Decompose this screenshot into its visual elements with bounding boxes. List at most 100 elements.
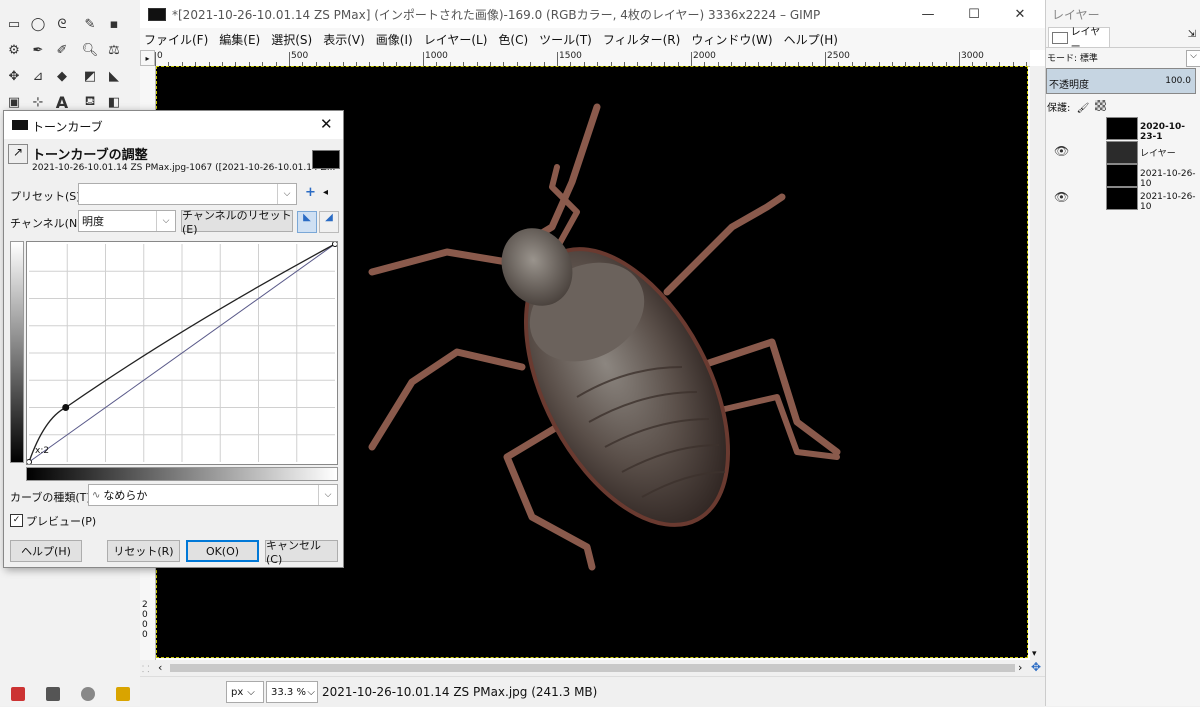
curve-control-point[interactable] — [26, 459, 32, 465]
curve-graph[interactable]: x:2 — [26, 241, 338, 465]
layer-name[interactable]: 2021-10-26-10 — [1140, 192, 1200, 212]
dialog-title-bar: トーンカーブ ✕ — [4, 111, 343, 139]
warp-tool-icon[interactable]: ▣ — [4, 92, 24, 112]
log-histogram-icon[interactable]: ◢ — [319, 211, 339, 233]
menu-layer[interactable]: レイヤー(L) — [424, 31, 488, 48]
lock-pixels-icon[interactable]: 🖌︎ — [1077, 103, 1090, 114]
minimize-button[interactable]: — — [905, 0, 951, 28]
restore-options-icon[interactable] — [45, 687, 60, 701]
add-preset-icon[interactable]: + — [305, 185, 316, 200]
channel-combo[interactable]: 明度 ⌵ — [78, 210, 176, 232]
opacity-field[interactable]: 不透明度 100.0 — [1046, 68, 1196, 94]
quick-mask-corner-button[interactable]: ▸ — [140, 50, 155, 66]
rect-select-tool-icon[interactable]: ▭ — [4, 14, 24, 34]
ruler-tick — [155, 52, 156, 66]
measure-tool-icon[interactable]: ⚖ — [104, 40, 124, 60]
text-tool-icon[interactable]: A — [52, 92, 72, 112]
menu-edit[interactable]: 編集(E) — [219, 31, 260, 48]
menu-view[interactable]: 表示(V) — [323, 31, 365, 48]
horizontal-ruler: 0 500 1000 1500 2000 2500 3000 — [155, 50, 1030, 67]
lock-alpha-icon[interactable] — [1095, 100, 1107, 111]
ruler-tick — [289, 52, 290, 66]
navigate-icon[interactable]: ✥ — [1031, 660, 1041, 674]
input-gradient-bar — [26, 467, 338, 481]
scroll-down-icon[interactable]: ▾ — [1032, 649, 1037, 659]
curve-control-point[interactable] — [332, 241, 338, 247]
tab-layers[interactable]: レイヤー — [1048, 27, 1110, 53]
menu-file[interactable]: ファイル(F) — [144, 31, 208, 48]
bucket-fill-tool-icon[interactable]: ⛾ — [80, 92, 100, 112]
lock-label: 保護: — [1047, 103, 1071, 114]
ellipse-select-tool-icon[interactable]: ◯ — [28, 14, 48, 34]
cage-tool-icon[interactable]: ⊹ — [28, 92, 48, 112]
horizontal-scrollbar[interactable]: ⸬ ‹ › ✥ — [140, 660, 1045, 676]
visibility-eye-icon[interactable]: 👁︎ — [1054, 190, 1069, 204]
menu-image[interactable]: 画像(I) — [376, 31, 413, 48]
vertical-scrollbar[interactable]: ▾ — [1030, 66, 1045, 660]
visibility-eye-icon[interactable]: 👁︎ — [1054, 144, 1069, 158]
color-picker-tool-icon[interactable]: ✐ — [52, 40, 72, 60]
zoom-select[interactable]: 33.3 % ⌵ — [266, 681, 318, 703]
layer-name[interactable]: レイヤー — [1140, 146, 1176, 159]
gradient-tool-icon[interactable]: ◧ — [104, 92, 124, 112]
layer-row[interactable]: 👁︎ 2021-10-26-10 — [1046, 186, 1200, 212]
perspective-tool-icon[interactable]: ◣ — [104, 66, 124, 86]
scroll-thumb[interactable] — [170, 664, 1015, 672]
save-options-icon[interactable] — [10, 687, 25, 701]
mode-value[interactable]: 標準 — [1080, 54, 1098, 64]
layer-name[interactable]: 2020-10-23-1 — [1140, 122, 1200, 142]
paths-tool-icon[interactable]: ✒ — [28, 40, 48, 60]
layer-row[interactable]: 👁︎ レイヤー — [1046, 140, 1200, 164]
ok-button[interactable]: OK(O) — [186, 540, 259, 562]
close-button[interactable]: ✕ — [997, 0, 1043, 28]
zoom-value: 33.3 % — [271, 686, 306, 698]
preset-combo[interactable]: ⌵ — [78, 183, 297, 205]
toolbox-bottom-bar — [0, 682, 140, 706]
foreground-select-tool-icon[interactable]: ⚙ — [4, 40, 24, 60]
title-bar: *[2021-10-26-10.01.14 ZS PMax] (インポートされた… — [140, 0, 1045, 28]
ruler-label: 1500 — [559, 51, 582, 61]
scroll-left-icon[interactable]: ‹ — [158, 661, 162, 674]
panel-menu-icon[interactable]: ⇲ — [1188, 29, 1196, 40]
reset-options-icon[interactable] — [115, 687, 130, 701]
scroll-right-icon[interactable]: › — [1018, 661, 1022, 674]
delete-options-icon[interactable] — [80, 687, 95, 701]
reset-button[interactable]: リセット(R) — [107, 540, 180, 562]
zoom-tool-icon[interactable]: 🔍︎ — [80, 40, 100, 60]
linear-histogram-icon[interactable]: ◣ — [297, 211, 317, 233]
help-button[interactable]: ヘルプ(H) — [10, 540, 82, 562]
navigate-corner-icon[interactable]: ⸬ — [142, 662, 149, 675]
preview-checkbox[interactable]: ✓ — [10, 514, 23, 527]
curve-control-point[interactable] — [62, 404, 70, 411]
preview-label[interactable]: プレビュー(P) — [26, 513, 96, 529]
fuzzy-select-tool-icon[interactable]: ✎ — [80, 14, 100, 34]
cancel-button[interactable]: キャンセル(C) — [265, 539, 338, 566]
reset-channel-button[interactable]: チャンネルのリセット(E) — [181, 209, 293, 236]
mode-label: モード: — [1047, 54, 1078, 64]
ruler-tick — [959, 52, 960, 66]
menu-select[interactable]: 選択(S) — [271, 31, 312, 48]
chevron-down-icon: ⌵ — [277, 184, 296, 204]
move-tool-icon[interactable]: ✥ — [4, 66, 24, 86]
curve-type-value: なめらか — [103, 489, 148, 502]
channel-value: 明度 — [82, 215, 104, 228]
layer-row[interactable]: 2020-10-23-1 — [1046, 116, 1200, 142]
menu-tools[interactable]: ツール(T) — [539, 31, 592, 48]
unit-select[interactable]: px ⌵ — [226, 681, 264, 703]
layer-row[interactable]: 2021-10-26-10 — [1046, 163, 1200, 189]
crop-tool-icon[interactable]: ◩ — [80, 66, 100, 86]
by-color-select-tool-icon[interactable]: ▪ — [104, 14, 124, 34]
free-select-tool-icon[interactable]: ᘓ — [52, 14, 72, 34]
menu-filters[interactable]: フィルター(R) — [603, 31, 680, 48]
preset-menu-icon[interactable]: ◂ — [323, 187, 328, 198]
mode-dropdown-icon[interactable]: ⌵ — [1186, 50, 1200, 67]
curve-type-combo[interactable]: ∿ なめらか ⌵ — [88, 484, 338, 506]
menu-help[interactable]: ヘルプ(H) — [784, 31, 838, 48]
menu-windows[interactable]: ウィンドウ(W) — [691, 31, 772, 48]
menu-colors[interactable]: 色(C) — [498, 31, 528, 48]
transform-tool-icon[interactable]: ◆ — [52, 66, 72, 86]
maximize-button[interactable]: ☐ — [951, 0, 997, 28]
dialog-heading: トーンカーブの調整 — [32, 148, 148, 163]
align-tool-icon[interactable]: ⊿ — [28, 66, 48, 86]
dialog-close-icon[interactable]: ✕ — [320, 115, 333, 133]
